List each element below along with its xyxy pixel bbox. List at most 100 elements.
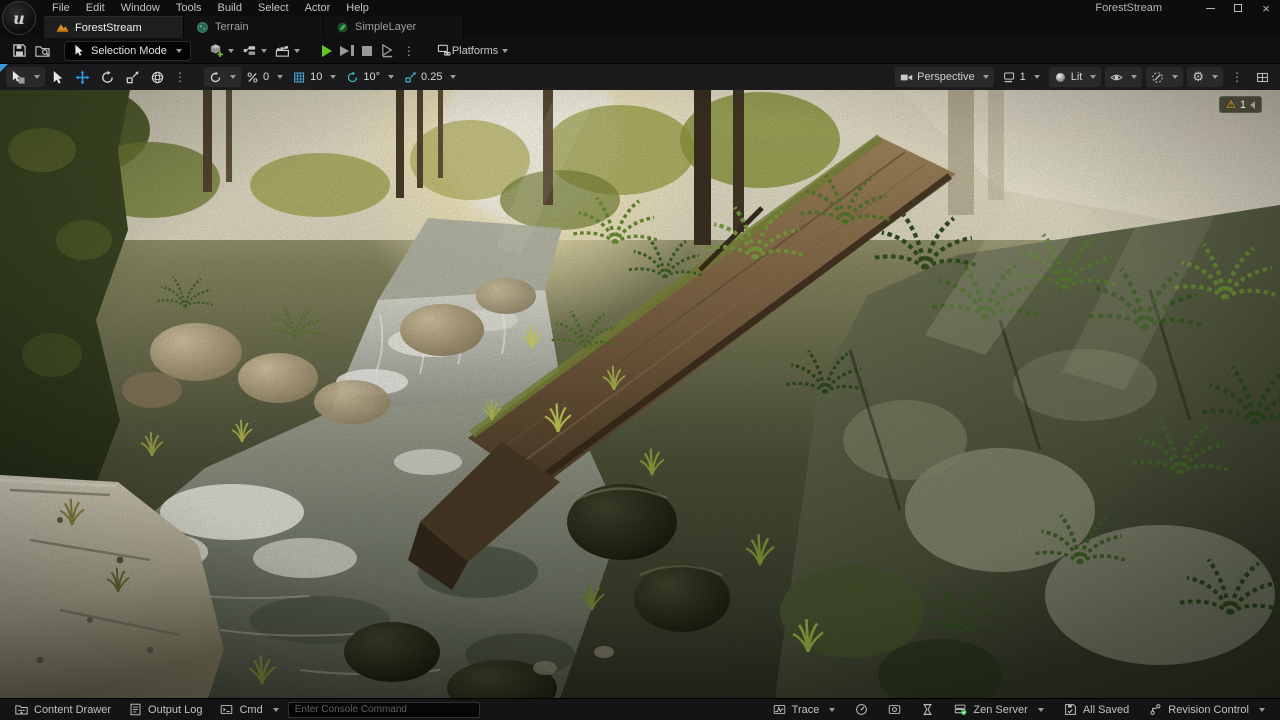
quad-view-icon [1256, 71, 1269, 84]
move-arrows-icon [75, 70, 90, 85]
forest-stream-scene [0, 90, 1280, 698]
tab-terrain[interactable]: Terrain [184, 16, 324, 38]
chevron-down-icon [450, 75, 456, 79]
zen-server-icon [954, 703, 967, 716]
add-actor-dropdown[interactable] [205, 41, 238, 61]
viewport-warning-badge[interactable]: ⚠ 1 [1219, 96, 1262, 113]
level-viewport[interactable]: ⚠ 1 [0, 90, 1280, 698]
play-button[interactable] [318, 41, 336, 61]
select-tool-button[interactable] [45, 67, 70, 87]
collapse-left-icon [1250, 101, 1255, 109]
scale-snap-value: 0.25 [421, 71, 442, 83]
menu-tools[interactable]: Tools [168, 0, 210, 16]
maximize-button[interactable] [1224, 0, 1252, 16]
all-saved-icon [1064, 703, 1077, 716]
pending-tasks-button[interactable] [912, 699, 943, 720]
launch-button[interactable] [376, 41, 399, 61]
select-cursor-icon [50, 70, 65, 85]
console-command-input[interactable] [288, 702, 480, 718]
output-log-icon [129, 703, 142, 716]
trace-dropdown[interactable]: Trace [764, 699, 845, 720]
preview-options-dropdown[interactable] [1146, 67, 1183, 87]
menu-window[interactable]: Window [113, 0, 168, 16]
warning-count: 1 [1240, 99, 1246, 111]
rotate-arrow-icon [100, 70, 115, 85]
insights-gauge-button[interactable] [846, 699, 877, 720]
coordinate-system-button[interactable] [145, 67, 170, 87]
chevron-down-icon [829, 708, 835, 712]
scale-snap-dropdown[interactable]: 0.25 [399, 67, 461, 87]
blueprint-node-icon [242, 43, 257, 58]
scale-tool-button[interactable] [120, 67, 145, 87]
chevron-down-icon [176, 49, 182, 53]
launch-platform-icon [380, 43, 395, 58]
minimize-icon [1206, 8, 1215, 9]
surface-snapping-dropdown[interactable] [204, 67, 241, 87]
lit-sphere-icon [1054, 71, 1067, 84]
tab-simplelayer[interactable]: SimpleLayer [324, 16, 464, 38]
camera-speed-dropdown[interactable]: 1 [998, 67, 1045, 87]
viewport-options-kebab[interactable]: ⋮ [1227, 70, 1247, 84]
chevron-down-icon [1259, 708, 1265, 712]
close-button[interactable]: × [1252, 0, 1280, 16]
grid-snap-value: 10 [310, 71, 322, 83]
play-options-kebab[interactable]: ⋮ [399, 44, 419, 58]
browse-content-button[interactable] [31, 41, 54, 61]
gauge-icon [855, 703, 868, 716]
grid-snap-dropdown[interactable]: 10 [288, 67, 341, 87]
platforms-dropdown[interactable]: Platforms [433, 41, 512, 61]
revision-control-label: Revision Control [1168, 704, 1249, 716]
menu-help[interactable]: Help [338, 0, 377, 16]
save-button[interactable] [8, 41, 31, 61]
output-log-label: Output Log [148, 704, 202, 716]
minimize-button[interactable] [1196, 0, 1224, 16]
chevron-down-icon [228, 49, 234, 53]
output-log-button[interactable]: Output Log [120, 699, 211, 720]
skip-frame-button[interactable] [336, 41, 358, 61]
hourglass-icon [921, 703, 934, 716]
rotation-snap-dropdown[interactable]: 10° [341, 67, 399, 87]
menu-actor[interactable]: Actor [297, 0, 339, 16]
viewport-settings-dropdown[interactable]: ⚙ [1187, 67, 1223, 87]
cmd-dropdown[interactable]: Cmd [211, 699, 287, 720]
content-drawer-label: Content Drawer [34, 704, 111, 716]
branch-icon [1149, 703, 1162, 716]
show-flags-dropdown[interactable] [1105, 67, 1142, 87]
move-tool-button[interactable] [70, 67, 95, 87]
camera-icon [900, 71, 913, 84]
platforms-label: Platforms [452, 45, 498, 57]
menu-edit[interactable]: Edit [78, 0, 113, 16]
tab-foreststream[interactable]: ForestStream [44, 16, 184, 38]
save-status-button[interactable]: All Saved [1055, 699, 1138, 720]
zen-server-dropdown[interactable]: Zen Server [945, 699, 1052, 720]
stop-button[interactable] [358, 41, 376, 61]
view-mode-dropdown[interactable]: Lit [1049, 67, 1102, 87]
camera-speed-value: 1 [1020, 71, 1026, 83]
tab-label: ForestStream [75, 22, 142, 34]
menu-file[interactable]: File [44, 0, 78, 16]
statusbar: Content Drawer Output Log Cmd Trace [0, 698, 1280, 720]
surface-offset-value: 0 [263, 71, 269, 83]
grid-snap-icon [293, 71, 306, 84]
chevron-down-icon [1034, 75, 1040, 79]
cinematics-dropdown[interactable] [271, 41, 304, 61]
menu-build[interactable]: Build [210, 0, 250, 16]
menu-select[interactable]: Select [250, 0, 297, 16]
surface-offset-dropdown[interactable]: 0 [241, 67, 288, 87]
viewport-focus-indicator [0, 64, 8, 72]
editor-mode-dropdown[interactable]: Selection Mode [64, 41, 191, 61]
content-drawer-button[interactable]: Content Drawer [6, 699, 120, 720]
cmd-label: Cmd [239, 704, 262, 716]
blueprints-dropdown[interactable] [238, 41, 271, 61]
trace-label: Trace [792, 704, 820, 716]
cursor-cube-icon [11, 70, 26, 85]
snapshot-button[interactable] [879, 699, 910, 720]
transform-tool-dropdown[interactable] [6, 67, 45, 87]
dashed-circle-pencil-icon [1151, 71, 1164, 84]
rotate-tool-button[interactable] [95, 67, 120, 87]
unreal-engine-logo-icon[interactable]: u [2, 1, 36, 35]
layout-quad-button[interactable] [1251, 67, 1274, 87]
transform-options-kebab[interactable]: ⋮ [170, 70, 190, 84]
perspective-dropdown[interactable]: Perspective [895, 67, 993, 87]
revision-control-dropdown[interactable]: Revision Control [1140, 699, 1274, 720]
